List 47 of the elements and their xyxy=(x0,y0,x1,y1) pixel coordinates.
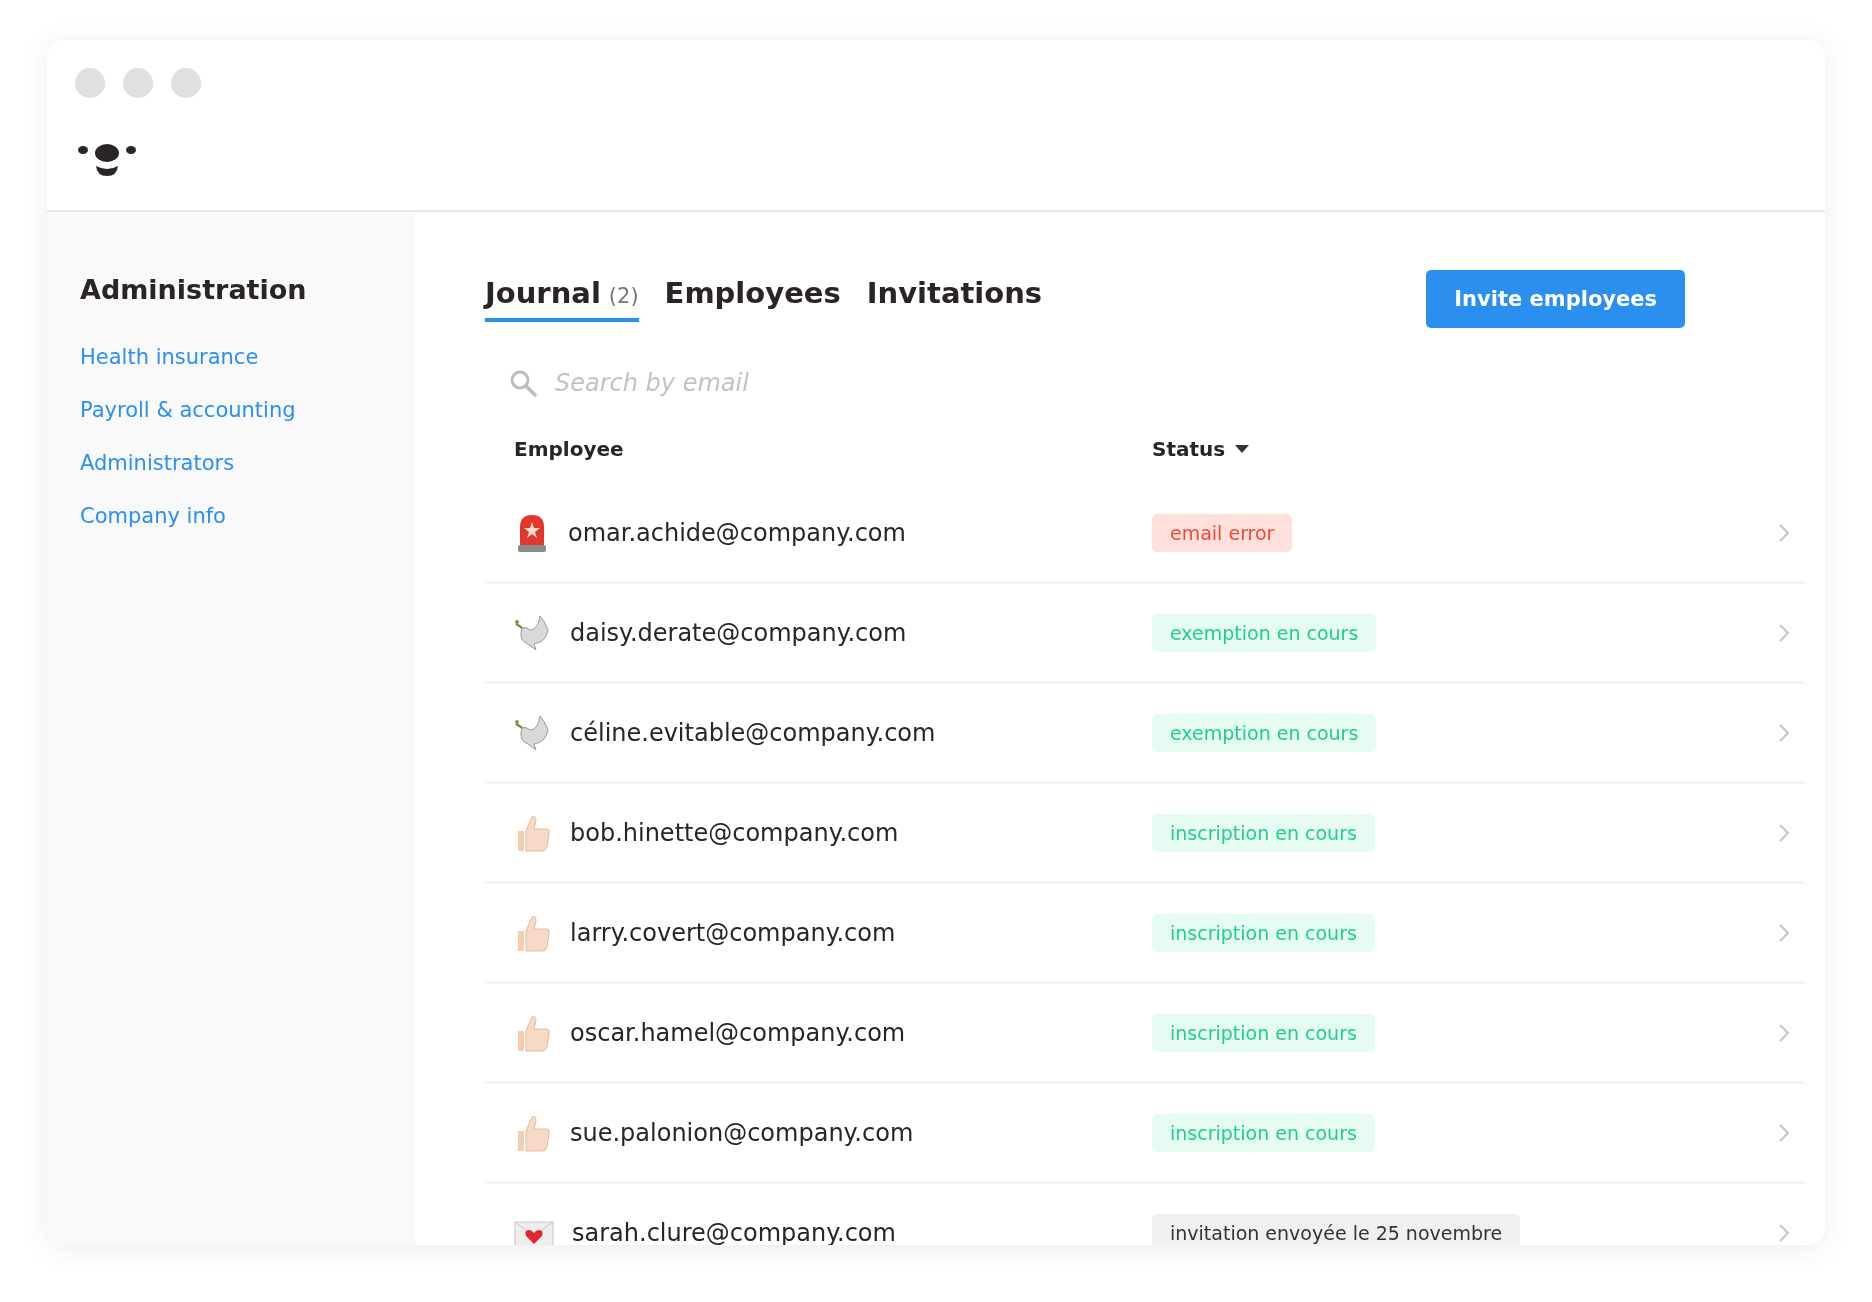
chevron-right-icon xyxy=(1779,1023,1789,1042)
table-row[interactable]: daisy.derate@company.com exemption en cours xyxy=(485,584,1805,684)
table-row[interactable]: sue.palonion@company.com inscription en cours xyxy=(485,1084,1805,1184)
employee-email: céline.evitable@company.com xyxy=(570,718,936,747)
chevron-right-icon xyxy=(1779,823,1789,842)
caret-icon xyxy=(1235,444,1250,454)
chevron-right-icon xyxy=(1779,1123,1789,1142)
table-row[interactable]: larry.covert@company.com inscription en cours xyxy=(485,884,1805,984)
status-badge: inscription en cours xyxy=(1152,1013,1375,1052)
status-badge: exemption en cours xyxy=(1152,713,1377,752)
table-row[interactable]: sarah.clure@company.com invitation envoyée le 25 novembre xyxy=(485,1184,1805,1245)
chevron-right-icon xyxy=(1779,523,1789,542)
status-badge: inscription en cours xyxy=(1152,813,1375,852)
employee-email: sue.palonion@company.com xyxy=(570,1118,914,1147)
table-row[interactable]: céline.evitable@company.com exemption en cours xyxy=(485,684,1805,784)
employee-email: oscar.hamel@company.com xyxy=(570,1018,906,1047)
dove-icon xyxy=(514,613,552,652)
employee-email: bob.hinette@company.com xyxy=(570,818,899,847)
table-row[interactable]: bob.hinette@company.com inscription en cours xyxy=(485,784,1805,884)
status-badge: inscription en cours xyxy=(1152,913,1375,952)
bear-face-logo-icon xyxy=(77,142,137,176)
column-header: Employee xyxy=(513,437,625,461)
search-field[interactable]: Search by email xyxy=(553,368,1057,398)
table-row[interactable]: oscar.hamel@company.com inscription en cours xyxy=(485,984,1805,1084)
status-badge: inscription en cours xyxy=(1152,1113,1375,1152)
search-icon xyxy=(509,369,537,397)
status-badge: invitation envoyée le 25 novembre xyxy=(1152,1213,1521,1245)
tab[interactable]: Employees xyxy=(664,270,841,322)
employee-email: sarah.clure@company.com xyxy=(572,1218,896,1245)
employee-email: daisy.derate@company.com xyxy=(570,618,907,647)
employee-email: larry.covert@company.com xyxy=(570,918,896,947)
status-badge: email error xyxy=(1152,513,1293,552)
chevron-right-icon xyxy=(1779,723,1789,742)
table-row[interactable]: omar.achide@company.com email error xyxy=(485,484,1805,584)
dove-icon xyxy=(514,713,552,752)
employee-email: omar.achide@company.com xyxy=(568,518,906,547)
sidebar-title: Administration xyxy=(80,274,307,305)
window-dot xyxy=(123,68,153,98)
chevron-right-icon xyxy=(1779,1223,1789,1242)
chevron-right-icon xyxy=(1779,623,1789,642)
status-badge: exemption en cours xyxy=(1152,613,1377,652)
window-dot xyxy=(75,68,105,98)
tab[interactable]: Journal (2) xyxy=(485,270,639,322)
window-dot xyxy=(171,68,201,98)
chevron-right-icon xyxy=(1779,923,1789,942)
tab[interactable]: Invitations xyxy=(866,270,1043,322)
status-column-header[interactable]: Status xyxy=(1152,437,1250,461)
